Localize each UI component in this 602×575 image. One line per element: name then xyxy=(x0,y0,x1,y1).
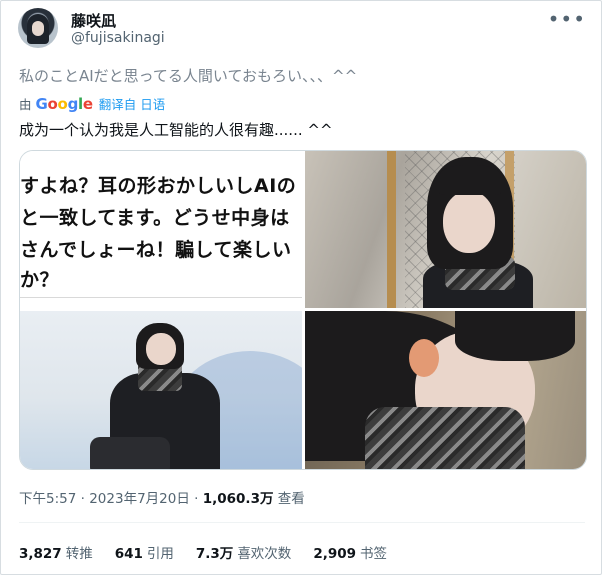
google-logo: Google xyxy=(35,94,93,113)
views-label: 查看 xyxy=(277,491,305,507)
screenshot-line: と一致してます。どうせ中身は xyxy=(20,207,290,229)
media-image-2[interactable] xyxy=(305,151,586,308)
translate-link[interactable]: 翻译自 日语 xyxy=(99,94,165,113)
ear xyxy=(409,339,439,377)
media-image-1[interactable]: すよね？耳の形おかしいしAIの と一致してます。どうせ中身は さんでしょーね！騙… xyxy=(20,151,302,308)
face xyxy=(443,191,495,253)
screenshot-divider xyxy=(20,297,302,298)
fence-post xyxy=(387,151,396,308)
stat-label: 喜欢次数 xyxy=(237,546,292,562)
views-count: 1,060.3万 xyxy=(202,491,274,507)
media-image-3[interactable] xyxy=(20,311,302,469)
translation-prefix: 由 xyxy=(19,97,32,112)
stat-likes[interactable]: 7.3万 喜欢次数 xyxy=(196,542,291,562)
avatar-face xyxy=(32,21,44,36)
bangs xyxy=(455,311,575,361)
stat-label: 转推 xyxy=(65,546,93,562)
tweet-text: 私のことAIだと思ってる人間いておもろい、、、^^ xyxy=(19,67,358,85)
divider xyxy=(19,522,585,523)
meta-separator: · xyxy=(194,491,199,507)
author-handle[interactable]: @fujisakinagi xyxy=(71,30,165,46)
media-image-4[interactable] xyxy=(305,311,586,469)
face xyxy=(146,333,176,365)
engagement-stats: 3,827 转推 641 引用 7.3万 喜欢次数 2,909 书签 xyxy=(19,542,387,562)
author-name[interactable]: 藤咲凪 xyxy=(71,10,116,31)
screenshot-line: すよね？耳の形おかしいしAIの xyxy=(20,175,297,197)
media-grid[interactable]: すよね？耳の形おかしいしAIの と一致してます。どうせ中身は さんでしょーね！騙… xyxy=(19,150,587,470)
stat-bookmarks[interactable]: 2,909 书签 xyxy=(313,542,387,562)
tweet-date[interactable]: 2023年7月20日 xyxy=(89,491,190,507)
tweet-meta: 下午5:57 · 2023年7月20日 · 1,060.3万 查看 xyxy=(19,487,305,507)
more-horizontal-icon[interactable]: ••• xyxy=(548,7,586,31)
screenshot-line: さんでしょーね！騙して楽しい xyxy=(20,239,292,261)
stat-value: 641 xyxy=(114,546,143,562)
avatar[interactable] xyxy=(18,8,58,48)
stat-value: 7.3万 xyxy=(195,546,234,562)
tweet-time[interactable]: 下午5:57 xyxy=(19,491,76,507)
stat-value: 2,909 xyxy=(313,546,357,562)
meta-separator: · xyxy=(80,491,85,507)
stat-label: 书签 xyxy=(360,546,388,562)
translation-row: 由 Google 翻译自 日语 xyxy=(19,94,165,113)
stat-value: 3,827 xyxy=(19,546,62,562)
screenshot-line: か？ xyxy=(20,269,60,291)
stat-retweets[interactable]: 3,827 转推 xyxy=(19,542,93,562)
tweet-card: 藤咲凪 @fujisakinagi ••• 私のことAIだと思ってる人間いておも… xyxy=(0,0,602,575)
translated-text: 成为一个认为我是人工智能的人很有趣...... ^^ xyxy=(19,121,333,139)
stat-label: 引用 xyxy=(146,546,174,562)
stat-quotes[interactable]: 641 引用 xyxy=(115,542,174,562)
bangs xyxy=(439,165,501,195)
scarf xyxy=(365,407,525,469)
bag xyxy=(90,437,170,469)
